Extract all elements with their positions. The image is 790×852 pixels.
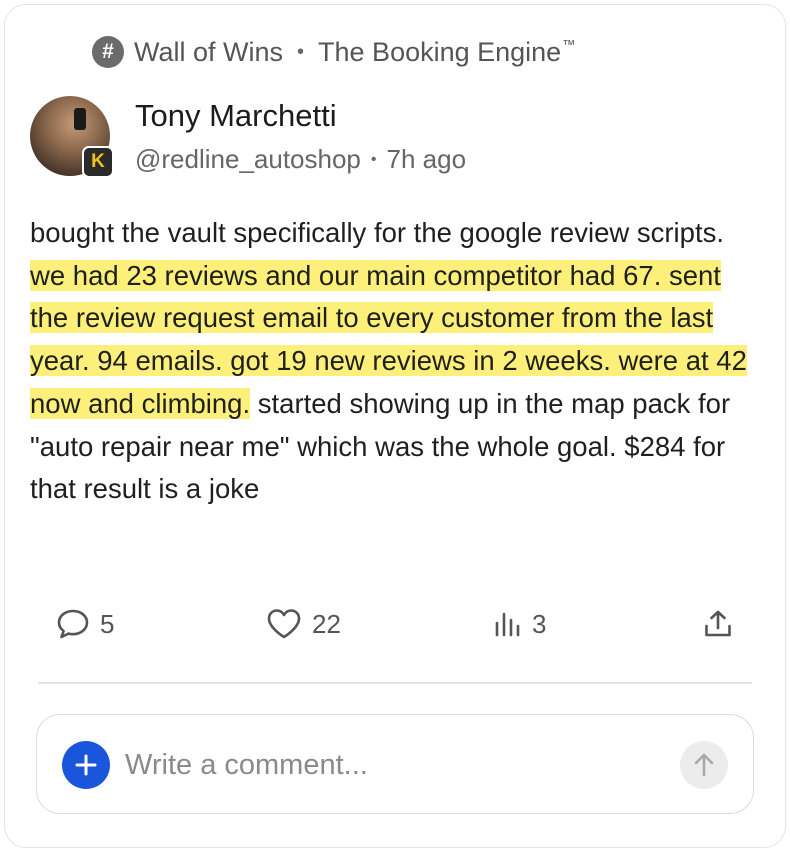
community-name[interactable]: Wall of Wins <box>134 37 283 68</box>
like-count: 22 <box>312 608 341 639</box>
comment-bubble-icon <box>57 609 89 639</box>
share-upload-icon <box>705 610 731 637</box>
space-name[interactable]: The Booking Engine <box>318 37 561 68</box>
badge-letter: K <box>91 151 105 172</box>
bar-chart-icon <box>495 612 520 637</box>
author-meta: @redline_autoshop • 7h ago <box>135 144 466 175</box>
add-attachment-button[interactable] <box>62 741 110 789</box>
heart-icon <box>267 609 301 639</box>
views-action[interactable]: 3 <box>494 603 546 645</box>
send-comment-button[interactable] <box>680 741 728 789</box>
member-badge: K <box>82 146 114 178</box>
post-body: bought the vault specifically for the go… <box>30 212 765 511</box>
post-text-intro: bought the vault specifically for the go… <box>30 217 724 248</box>
share-action[interactable] <box>703 603 733 645</box>
comment-count: 5 <box>100 608 115 639</box>
plus-icon <box>75 754 97 776</box>
hash-icon: # <box>92 36 124 68</box>
trademark-mark: ™ <box>562 36 576 52</box>
avatar-phone-detail <box>74 108 86 130</box>
like-action[interactable]: 22 <box>266 603 341 645</box>
comment-input[interactable] <box>125 743 655 787</box>
comment-composer <box>36 714 754 814</box>
comment-action[interactable]: 5 <box>56 603 114 645</box>
post-timestamp: 7h ago <box>386 144 467 174</box>
author-handle[interactable]: @redline_autoshop <box>135 144 361 175</box>
separator-dot: • <box>370 150 377 168</box>
divider <box>38 682 752 684</box>
views-count: 3 <box>532 608 547 639</box>
separator-dot: • <box>297 40 305 63</box>
arrow-up-icon <box>694 753 714 777</box>
community-breadcrumb: # Wall of Wins • The Booking Engine ™ <box>92 34 575 70</box>
author-name[interactable]: Tony Marchetti <box>135 98 337 134</box>
